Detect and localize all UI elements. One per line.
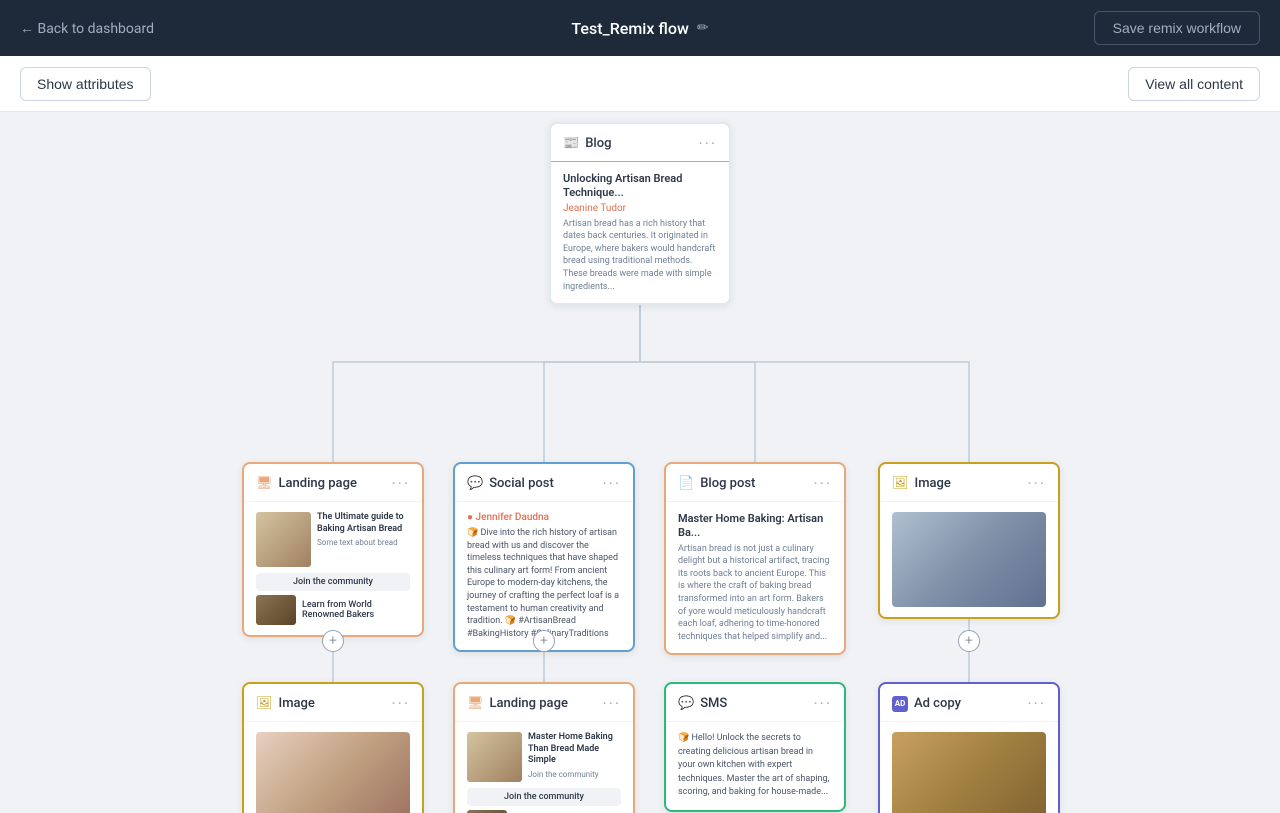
plus-button-image1[interactable]: + — [958, 630, 980, 652]
landing2-card-header: 🖥 Landing page ··· — [455, 684, 633, 722]
root-card-type: Blog — [585, 136, 611, 151]
image2-img — [256, 732, 410, 813]
ad-copy-card: AD Ad copy ··· — [878, 682, 1060, 813]
image2-icon: 🖼 — [256, 696, 273, 711]
sms-card: 💬 SMS ··· 🍞 Hello! Unlock the secrets to… — [664, 682, 846, 812]
social-user: ● Jennifer Daudna — [467, 512, 621, 523]
landing2-headline: Master Home Baking Than Bread Made Simpl… — [528, 732, 621, 767]
sms-text: 🍞 Hello! Unlock the secrets to creating … — [678, 732, 832, 800]
landing2-type: Landing page — [490, 696, 568, 711]
image2-menu[interactable]: ··· — [391, 694, 410, 713]
blogpost-text: Artisan bread is not just a culinary del… — [678, 543, 832, 644]
landing2-menu[interactable]: ··· — [602, 694, 621, 713]
header: ← Back to dashboard Test_Remix flow ✏ Sa… — [0, 0, 1280, 56]
blogpost-type: Blog post — [700, 476, 755, 491]
edit-title-icon[interactable]: ✏ — [697, 20, 709, 36]
social-card-header: 💬 Social post ··· — [455, 464, 633, 502]
ad-icon: AD — [892, 696, 908, 712]
sms-type: SMS — [700, 696, 727, 711]
landing1-type: Landing page — [279, 476, 357, 491]
image1-icon: 🖼 — [892, 476, 909, 491]
social-post-card: 💬 Social post ··· ● Jennifer Daudna 🍞 Di… — [453, 462, 635, 652]
show-attributes-button[interactable]: Show attributes — [20, 67, 151, 101]
sms-card-header: 💬 SMS ··· — [666, 684, 844, 722]
header-title-area: Test_Remix flow ✏ — [571, 19, 708, 38]
blogpost-body: Master Home Baking: Artisan Ba... Artisa… — [666, 502, 844, 653]
landing-page-1-card: 🖥 Landing page ··· The Ultimate guide to… — [242, 462, 424, 637]
root-card-body: Unlocking Artisan Bread Technique... Jea… — [551, 162, 729, 303]
image-2-card: 🖼 Image ··· — [242, 682, 424, 813]
blogpost-icon: 📄 — [678, 476, 694, 491]
sms-icon: 💬 — [678, 696, 694, 711]
blogpost-menu[interactable]: ··· — [813, 474, 832, 493]
root-card-menu[interactable]: ··· — [698, 134, 717, 153]
plus-button-landing1[interactable]: + — [322, 630, 344, 652]
image2-body — [244, 722, 422, 813]
save-remix-button[interactable]: Save remix workflow — [1094, 11, 1260, 45]
blogpost-card-header: 📄 Blog post ··· — [666, 464, 844, 502]
landing1-headline: The Ultimate guide to Baking Artisan Bre… — [317, 512, 410, 535]
image1-card-header: 🖼 Image ··· — [880, 464, 1058, 502]
sms-body: 🍞 Hello! Unlock the secrets to creating … — [666, 722, 844, 810]
root-card-author: Jeanine Tudor — [563, 203, 717, 214]
flow-container: + + + 📰 Blog ··· Unlocking Artisan Bread… — [0, 112, 1280, 812]
landing1-card-header: 🖥 Landing page ··· — [244, 464, 422, 502]
root-card: 📰 Blog ··· Unlocking Artisan Bread Techn… — [549, 122, 731, 305]
image1-menu[interactable]: ··· — [1027, 474, 1046, 493]
plus-button-social[interactable]: + — [533, 630, 555, 652]
back-to-dashboard[interactable]: ← Back to dashboard — [20, 20, 154, 37]
landing2-cta1[interactable]: Join the community — [467, 788, 621, 806]
ad-menu[interactable]: ··· — [1027, 694, 1046, 713]
social-body: ● Jennifer Daudna 🍞 Dive into the rich h… — [455, 502, 633, 650]
image2-type: Image — [279, 696, 315, 711]
root-card-title: Unlocking Artisan Bread Technique... — [563, 172, 717, 201]
sms-menu[interactable]: ··· — [813, 694, 832, 713]
ad-body — [880, 722, 1058, 813]
image1-body — [880, 502, 1058, 617]
social-text: 🍞 Dive into the rich history of artisan … — [467, 527, 621, 640]
social-menu[interactable]: ··· — [602, 474, 621, 493]
social-type: Social post — [489, 476, 554, 491]
landing1-menu[interactable]: ··· — [391, 474, 410, 493]
social-icon: 💬 — [467, 476, 483, 491]
ad-type: Ad copy — [914, 696, 961, 711]
image-1-card: 🖼 Image ··· — [878, 462, 1060, 619]
ad-img — [892, 732, 1046, 813]
toolbar: Show attributes View all content — [0, 56, 1280, 112]
view-all-content-button[interactable]: View all content — [1128, 67, 1260, 101]
landing1-cta2: Learn from World Renowned Bakers — [302, 600, 410, 620]
landing1-body: The Ultimate guide to Baking Artisan Bre… — [244, 502, 422, 635]
image2-card-header: 🖼 Image ··· — [244, 684, 422, 722]
landing2-icon: 🖥 — [467, 696, 484, 711]
landing1-desc: Some text about bread — [317, 537, 410, 548]
root-card-header: 📰 Blog ··· — [551, 124, 729, 162]
image1-img — [892, 512, 1046, 607]
blog-icon: 📰 — [563, 136, 579, 151]
ad-card-header: AD Ad copy ··· — [880, 684, 1058, 722]
blog-post-card: 📄 Blog post ··· Master Home Baking: Arti… — [664, 462, 846, 655]
landing1-icon: 🖥 — [256, 476, 273, 491]
back-label: ← Back to dashboard — [20, 20, 154, 37]
landing1-cta1[interactable]: Join the community — [256, 573, 410, 591]
image1-type: Image — [915, 476, 951, 491]
workflow-title: Test_Remix flow — [571, 19, 688, 38]
landing-page-2-card: 🖥 Landing page ··· Master Home Baking Th… — [453, 682, 635, 813]
flow-canvas: + + + 📰 Blog ··· Unlocking Artisan Bread… — [0, 112, 1280, 813]
root-card-body-text: Artisan bread has a rich history that da… — [563, 218, 717, 294]
blogpost-title: Master Home Baking: Artisan Ba... — [678, 512, 832, 541]
landing2-body: Master Home Baking Than Bread Made Simpl… — [455, 722, 633, 813]
